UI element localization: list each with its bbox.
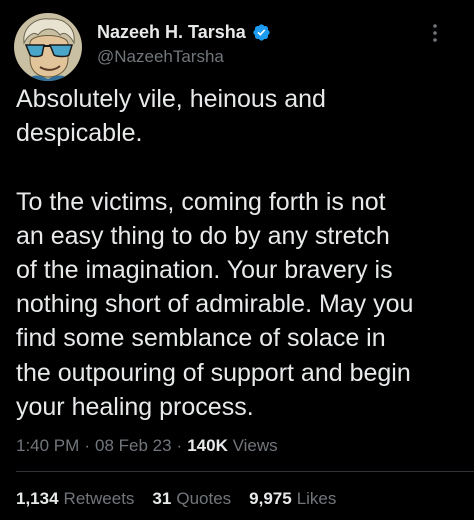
quotes-label: Quotes [176, 489, 232, 508]
tweet-detail: Nazeeh H. Tarsha @NazeehTarsha Absolutel… [0, 0, 474, 520]
display-name[interactable]: Nazeeh H. Tarsha [97, 22, 246, 43]
tweet-meta: 1:40 PM · 08 Feb 23 · 140K Views [16, 436, 278, 456]
likes-label: Likes [296, 489, 337, 508]
meta-separator: · [176, 436, 183, 455]
engagement-stats: 1,134 Retweets 31 Quotes 9,975 Likes [16, 489, 354, 509]
divider [16, 471, 474, 472]
tweet-paragraph: To the victims, coming forth is not an e… [16, 187, 414, 421]
likes-stat[interactable]: 9,975 Likes [249, 489, 336, 509]
retweets-label: Retweets [63, 489, 135, 508]
author-handle[interactable]: @NazeehTarsha [97, 47, 224, 67]
views-count: 140K [187, 436, 228, 455]
tweet-text: Absolutely vile, heinous and despicable.… [16, 82, 464, 424]
tweet-time[interactable]: 1:40 PM [16, 436, 79, 455]
quotes-stat[interactable]: 31 Quotes [152, 489, 231, 509]
verified-badge-icon [252, 23, 271, 42]
tweet-paragraph: Absolutely vile, heinous and despicable. [16, 85, 326, 148]
quotes-count: 31 [152, 489, 172, 508]
retweets-count: 1,134 [16, 489, 59, 508]
avatar[interactable] [14, 13, 82, 81]
author-name-row: Nazeeh H. Tarsha [97, 20, 271, 44]
more-options-icon[interactable] [430, 22, 440, 44]
meta-separator: · [84, 436, 90, 455]
cartoon-avatar-icon [14, 13, 82, 81]
tweet-date[interactable]: 08 Feb 23 [95, 436, 172, 455]
likes-count: 9,975 [249, 489, 292, 508]
views-label: Views [232, 436, 278, 455]
retweets-stat[interactable]: 1,134 Retweets [16, 489, 134, 509]
